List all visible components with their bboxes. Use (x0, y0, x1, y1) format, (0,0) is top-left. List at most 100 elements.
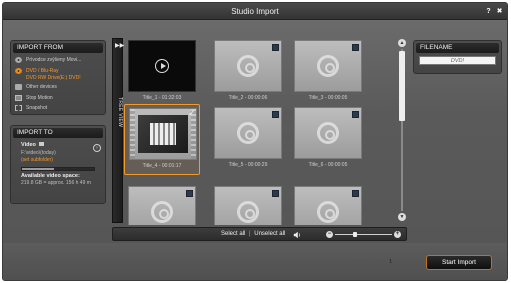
select-checkbox[interactable] (272, 190, 279, 197)
source-item-snapshot[interactable]: Snapshot (11, 103, 105, 114)
subfolder-link[interactable]: (set subfolder) (11, 157, 105, 165)
available-space-label: Available video space: (21, 172, 80, 179)
disc-icon (15, 57, 22, 63)
folder-icon (39, 142, 45, 146)
film-strip (130, 109, 135, 159)
film-reel-icon (151, 201, 173, 223)
tree-view-label: TREE VIEW (117, 97, 123, 128)
unselect-all-link[interactable]: Unselect all (254, 231, 285, 237)
select-checkbox[interactable] (352, 44, 359, 51)
source-item-stop-motion[interactable]: Stop Motion (11, 93, 105, 104)
available-space-value: 219.8 GB = approx. 156 h 49 m (21, 180, 91, 186)
clip-label: Title_2 - 00:00:06 (228, 95, 268, 101)
zoom-in-button[interactable]: + (394, 231, 401, 238)
import-to-panel: IMPORT TO Video F:\video\(today) (set su… (10, 125, 106, 204)
filename-panel: FILENAME DVD! (413, 40, 502, 74)
poster-content (150, 123, 176, 145)
clip-preview (128, 40, 196, 92)
clip-thumbnail[interactable]: ✓ Title_4 - 00:01:17 (124, 104, 200, 175)
clip-preview: ✓ (129, 108, 197, 160)
select-checkbox[interactable] (272, 111, 279, 118)
clip-label: Title_4 - 00:01:17 (142, 163, 182, 169)
clip-thumbnail[interactable]: Title_3 - 00:00:05 (290, 37, 366, 108)
clip-label: Title_6 - 00:00:05 (308, 162, 348, 168)
scroll-down-button[interactable]: ▼ (398, 213, 406, 221)
select-all-link[interactable]: Select all (221, 231, 245, 237)
source-label: Stop Motion (26, 94, 53, 101)
scroll-up-button[interactable]: ▲ (398, 39, 406, 47)
browse-destination-button[interactable]: › (93, 144, 101, 152)
close-button[interactable]: ✖ (495, 7, 504, 16)
filename-input[interactable]: DVD! (419, 56, 496, 65)
speaker-icon[interactable] (293, 231, 301, 239)
window-title: Studio Import (231, 7, 279, 16)
clip-thumbnail[interactable]: Title_6 - 00:00:05 (290, 104, 366, 175)
filename-header: FILENAME (416, 43, 499, 53)
clip-thumbnail[interactable]: Title_1 - 01:32:03 (124, 37, 200, 108)
clip-thumbnail[interactable]: Title_5 - 00:00:29 (210, 104, 286, 175)
source-item-other-devices[interactable]: Other devices (11, 82, 105, 93)
scroll-thumb[interactable] (399, 51, 405, 121)
select-checkbox[interactable] (352, 111, 359, 118)
clip-thumbnail[interactable]: Title_2 - 00:00:06 (210, 37, 286, 108)
selection-links: Select all | Unselect all (221, 231, 285, 237)
selected-files-status: Selected Files: 1 (349, 259, 392, 265)
studio-import-window: Studio Import ? ✖ IMPORT FROM Prìvodce z… (2, 2, 508, 281)
clip-preview (214, 186, 282, 225)
titlebar: Studio Import ? ✖ (3, 3, 507, 20)
poster-image (138, 115, 188, 153)
thumbnail-grid: Title_1 - 01:32:03 Title_2 - 00:00:06 Titl… (124, 37, 404, 225)
film-reel-icon (317, 55, 339, 77)
import-from-header: IMPORT FROM (13, 43, 103, 53)
import-from-panel: IMPORT FROM Prìvodce zvýšeny Movi... DVD… (10, 40, 106, 115)
film-reel-icon (237, 122, 259, 144)
select-checkbox[interactable] (352, 190, 359, 197)
source-label: Snapshot (26, 105, 48, 111)
clip-preview (128, 186, 196, 225)
grid-control-bar: Select all | Unselect all − + (112, 227, 407, 241)
clip-preview (294, 107, 362, 159)
import-to-header: IMPORT TO (13, 128, 103, 138)
zoom-out-button[interactable]: − (326, 231, 333, 238)
select-checkbox[interactable]: ✓ (188, 109, 196, 118)
clip-thumbnail[interactable] (124, 183, 200, 225)
select-checkbox[interactable] (186, 190, 193, 197)
grid-scrollbar[interactable]: ▲ ▼ (398, 39, 406, 221)
video-destination-label: Video (11, 142, 105, 150)
film-reel-icon (237, 55, 259, 77)
source-label: Other devices (26, 84, 57, 90)
clip-preview (214, 107, 282, 159)
source-label: DVD / Blu-Ray (26, 67, 59, 74)
separator: | (249, 231, 251, 237)
camera-icon (15, 94, 22, 101)
clip-thumbnail[interactable] (290, 183, 366, 225)
play-icon (155, 59, 169, 73)
expand-arrow-icon: ▶▶ (115, 43, 125, 49)
source-item-wizard[interactable]: Prìvodce zvýšeny Movi... (11, 55, 105, 66)
dvd-icon (15, 67, 22, 74)
help-button[interactable]: ? (484, 7, 493, 16)
film-reel-icon (237, 201, 259, 223)
clip-label: Title_1 - 01:32:03 (142, 95, 182, 101)
film-reel-icon (317, 122, 339, 144)
clip-label: Title_5 - 00:00:29 (228, 162, 268, 168)
snapshot-icon (15, 105, 22, 111)
selected-files-label: Selected Files: (349, 259, 386, 265)
clip-preview (214, 40, 282, 92)
space-usage-bar (21, 166, 95, 171)
space-usage-fill (22, 167, 55, 170)
select-checkbox[interactable] (272, 44, 279, 51)
clip-preview (294, 40, 362, 92)
source-item-dvd-drive[interactable]: DVD RW Drive(E:) DVD! (11, 75, 105, 82)
zoom-slider-track[interactable] (335, 234, 392, 235)
source-label: Prìvodce zvýšeny Movi... (26, 57, 82, 63)
zoom-slider-handle[interactable] (353, 232, 357, 237)
folder-icon (15, 84, 22, 90)
destination-path: F:\video\(today) (21, 149, 56, 156)
source-label: DVD RW Drive(E:) DVD! (26, 75, 81, 81)
selected-files-count: 1 (389, 259, 393, 265)
start-import-button[interactable]: Start Import (426, 255, 492, 270)
clip-label: Title_3 - 00:00:05 (308, 95, 348, 101)
clip-thumbnail[interactable] (210, 183, 286, 225)
tree-view-toggle[interactable]: ▶▶ TREE VIEW (112, 38, 125, 223)
